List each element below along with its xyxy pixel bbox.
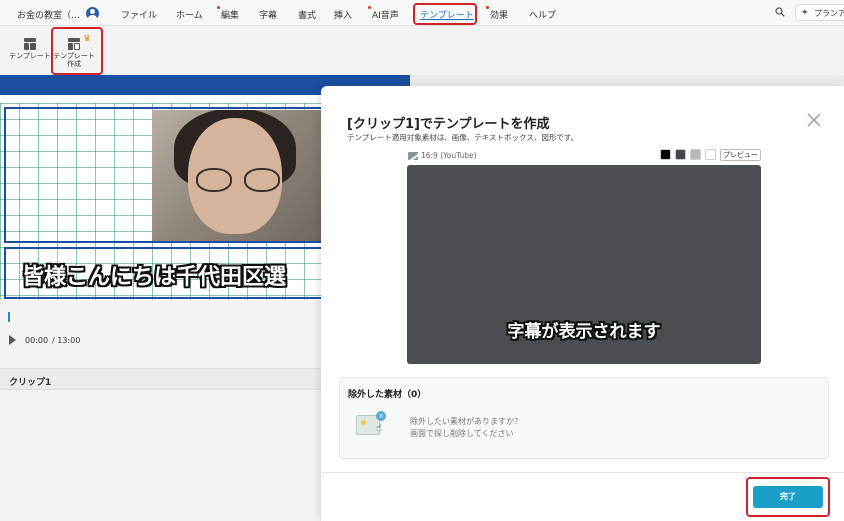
footer-divider (321, 472, 844, 473)
current-time: 00:00 (25, 336, 49, 345)
play-icon[interactable] (9, 335, 16, 345)
swatch-dark-gray[interactable] (675, 149, 686, 160)
menu-insert[interactable]: 挿入 (334, 8, 352, 21)
preview-caption: 字幕が表示されます (507, 322, 661, 342)
new-dot-icon (486, 6, 489, 9)
side-panel-header (410, 75, 844, 86)
user-avatar-icon[interactable] (86, 7, 99, 20)
dialog-title: [クリップ1]でテンプレートを作成 (347, 117, 550, 132)
aspect-ratio-label: 16:9 (YouTube) (408, 151, 477, 160)
create-template-highlight (51, 27, 103, 75)
menu-format[interactable]: 書式 (298, 8, 316, 21)
template-menu-highlight (413, 3, 477, 25)
template-preview: 字幕が表示されます (407, 165, 761, 364)
template-icon (24, 38, 36, 50)
swatch-white[interactable] (705, 149, 716, 160)
excluded-title: 除外した素材（0） (348, 390, 427, 400)
clip-panel[interactable]: クリップ1 (0, 368, 330, 390)
create-template-dialog: [クリップ1]でテンプレートを作成 テンプレート適用対象素材は、画像、テキストボ… (321, 86, 844, 521)
excluded-message-1: 除外したい素材がありますか？ (410, 417, 522, 426)
template-tool-button[interactable]: テンプレート (8, 38, 52, 60)
preview-button[interactable]: プレビュー (720, 149, 761, 161)
new-dot-icon (217, 6, 220, 9)
canvas-caption-text[interactable]: 皆様こんにちは千代田区選 (22, 259, 286, 291)
image-placeholder-box[interactable] (4, 107, 324, 243)
plan-button[interactable]: ✦ プランア (795, 4, 844, 21)
excluded-materials-panel: 除外した素材（0） × ☝ 除外したい素材がありますか？ 画面で探し削除してくださ… (339, 377, 829, 459)
search-icon[interactable] (775, 7, 785, 17)
clip-label: クリップ1 (9, 378, 52, 388)
aspect-ratio-icon (408, 151, 418, 160)
sparkle-icon: ✦ (801, 8, 809, 18)
project-title[interactable]: お金の教室（… (17, 8, 80, 21)
excluded-message-2: 画面で探し削除してください (410, 429, 514, 438)
ribbon-toolbar: テンプレート テンプレート 作成 (0, 27, 844, 77)
playhead-marker[interactable] (8, 312, 10, 322)
total-time: / 13:00 (52, 336, 81, 345)
menu-home[interactable]: ホーム (176, 8, 203, 21)
new-dot-icon (368, 6, 371, 9)
menu-ai-voice[interactable]: AI音声 (368, 6, 399, 21)
close-icon[interactable] (807, 113, 821, 127)
menu-edit[interactable]: 編集 (217, 6, 239, 21)
menu-subtitles[interactable]: 字幕 (259, 8, 277, 21)
dialog-subtitle: テンプレート適用対象素材は、画像、テキストボックス、図形です。 (347, 133, 579, 142)
menu-help[interactable]: ヘルプ (529, 8, 556, 21)
done-button-highlight (746, 477, 830, 517)
menu-effects[interactable]: 効果 (486, 6, 508, 21)
swatch-light-gray[interactable] (690, 149, 701, 160)
swatch-black[interactable] (660, 149, 671, 160)
image-remove-icon: × ☝ (356, 411, 386, 439)
menu-file[interactable]: ファイル (121, 8, 157, 21)
